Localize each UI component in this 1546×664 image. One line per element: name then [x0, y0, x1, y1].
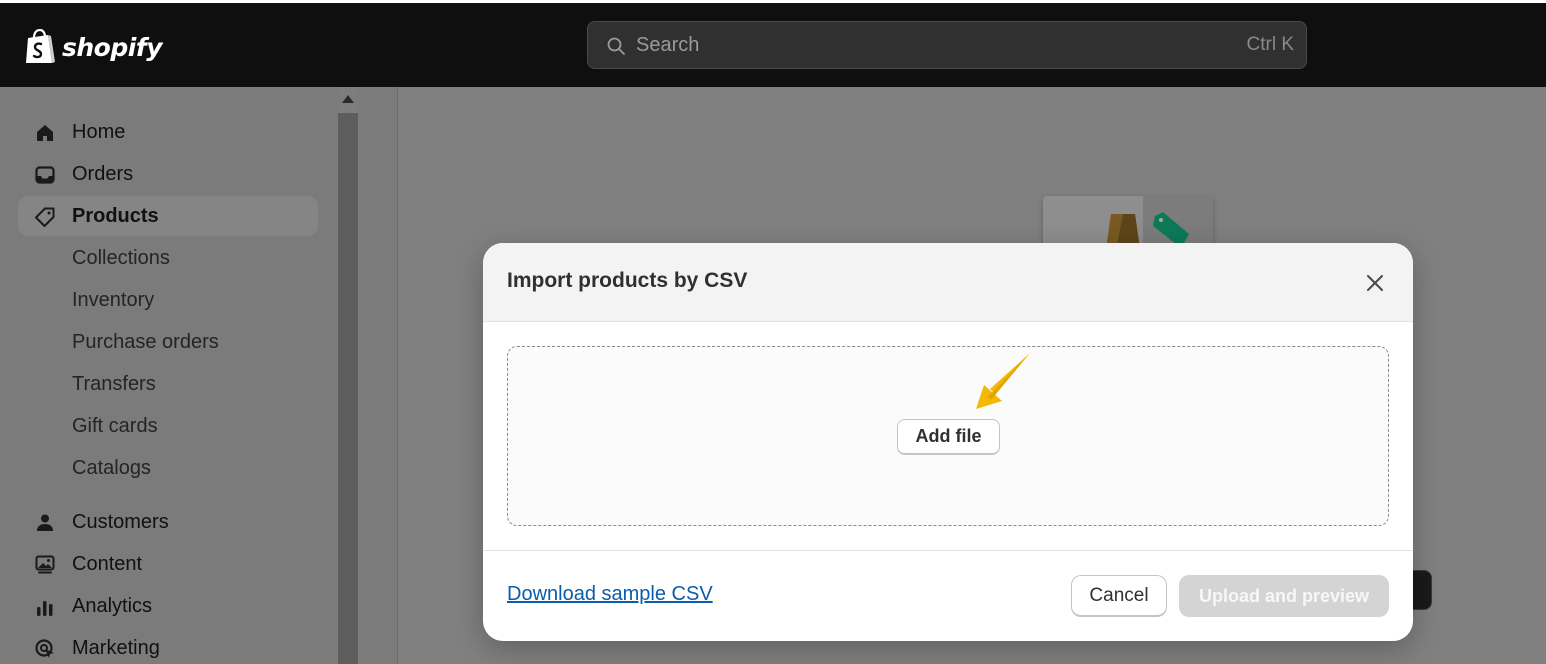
search-bar[interactable]: Ctrl K [587, 21, 1307, 69]
sidebar-item-analytics[interactable]: Analytics [18, 586, 318, 626]
scroll-up-arrow-icon[interactable] [342, 95, 354, 103]
sidebar-item-label: Transfers [72, 372, 156, 395]
top-bar: shopify Ctrl K [0, 3, 1546, 87]
sidebar-item-label: Analytics [72, 594, 153, 617]
sidebar-scrollbar[interactable] [338, 87, 358, 664]
target-icon [35, 639, 54, 658]
sidebar-item-gift-cards[interactable]: Gift cards [18, 406, 318, 446]
sidebar-item-label: Content [72, 552, 143, 575]
shopify-bag-icon [26, 29, 55, 63]
close-icon[interactable] [1363, 271, 1387, 295]
modal-title: Import products by CSV [507, 269, 748, 292]
sidebar-item-collections[interactable]: Collections [18, 238, 318, 278]
modal-header: Import products by CSV [483, 243, 1413, 322]
scrollbar-thumb[interactable] [338, 113, 358, 664]
download-sample-csv-link[interactable]: Download sample CSV [507, 583, 713, 606]
shopify-logo[interactable]: shopify [24, 27, 163, 67]
sidebar-item-customers[interactable]: Customers [18, 502, 318, 542]
bar-chart-icon [37, 601, 53, 616]
sidebar-item-label: Purchase orders [72, 330, 219, 353]
sidebar-item-products[interactable]: Products [18, 196, 318, 236]
sidebar-item-label: Inventory [72, 288, 155, 311]
sidebar-item-marketing[interactable]: Marketing [18, 628, 318, 664]
search-shortcut-hint: Ctrl K [1246, 34, 1295, 55]
sidebar-item-label: Home [72, 120, 126, 143]
sidebar-item-label: Orders [72, 162, 134, 185]
sidebar-item-inventory[interactable]: Inventory [18, 280, 318, 320]
sidebar-item-label: Collections [72, 246, 170, 269]
person-icon [37, 514, 53, 531]
file-dropzone[interactable]: Add file [507, 346, 1389, 526]
sidebar-item-label: Gift cards [72, 414, 158, 437]
modal-footer-divider [483, 550, 1413, 551]
sidebar-item-purchase-orders[interactable]: Purchase orders [18, 322, 318, 362]
sidebar-item-label: Customers [72, 510, 169, 533]
sidebar-item-content[interactable]: Content [18, 544, 318, 584]
sidebar-item-orders[interactable]: Orders [18, 154, 318, 194]
logo-wordmark: shopify [62, 32, 163, 62]
image-icon [35, 555, 55, 574]
import-csv-modal: Import products by CSV Add file Download… [483, 243, 1413, 641]
cancel-button[interactable]: Cancel [1071, 575, 1167, 617]
sidebar-item-label: Catalogs [72, 456, 151, 479]
home-icon [37, 125, 53, 141]
annotation-arrow-icon [976, 353, 1030, 409]
sidebar-item-home[interactable]: Home [18, 112, 318, 152]
sidebar: Home Orders Products Collections Invento… [0, 87, 338, 664]
search-input[interactable] [636, 22, 1196, 68]
search-icon [607, 37, 625, 55]
sidebar-divider [358, 87, 398, 664]
inbox-icon [35, 166, 55, 184]
sidebar-item-label: Products [72, 204, 159, 227]
upload-and-preview-button[interactable]: Upload and preview [1179, 575, 1389, 617]
sidebar-item-label: Marketing [72, 636, 160, 659]
sidebar-item-catalogs[interactable]: Catalogs [18, 448, 318, 488]
sidebar-item-transfers[interactable]: Transfers [18, 364, 318, 404]
add-file-button[interactable]: Add file [897, 419, 1000, 455]
tag-icon [35, 207, 55, 227]
